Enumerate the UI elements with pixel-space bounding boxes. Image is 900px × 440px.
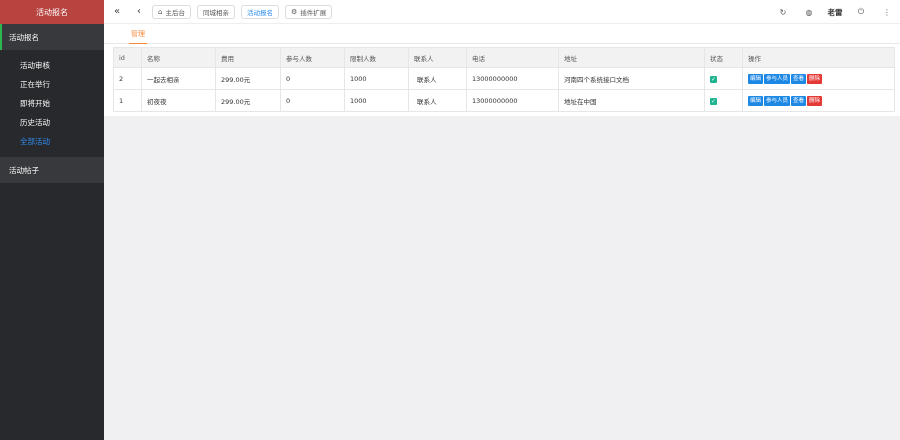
delete-button[interactable]: 删除 <box>807 73 823 84</box>
cell-status: ✓ <box>704 89 743 112</box>
cell-contact: 联系人 <box>408 67 467 90</box>
tab-city-dating[interactable]: 同城相亲 <box>196 4 235 19</box>
cell-phone: 13000000000 <box>466 89 559 112</box>
collapse-sidebar-icon[interactable]: « <box>110 5 124 19</box>
tab-main-admin[interactable]: ⌂ 主后台 <box>152 4 191 19</box>
cell-limit: 1000 <box>344 67 409 90</box>
username[interactable]: 老雷 <box>822 7 848 18</box>
refresh-icon[interactable]: ↻ <box>770 8 796 17</box>
sidebar-item-review[interactable]: 活动审核 <box>0 56 104 75</box>
view-button[interactable]: 查看 <box>791 73 807 84</box>
col-header-contact: 联系人 <box>408 47 467 68</box>
col-header-limit: 限制人数 <box>344 47 409 68</box>
cell-limit: 1000 <box>344 89 409 112</box>
cell-address: 地址在中国 <box>558 89 705 112</box>
tab-label: 活动报名 <box>246 8 273 17</box>
activity-table: id 名称 费用 参与人数 限制人数 联系人 电话 地址 状态 操作 2 一起去… <box>113 47 895 112</box>
status-checkbox[interactable]: ✓ <box>710 97 717 105</box>
delete-button[interactable]: 删除 <box>807 95 823 106</box>
tab-activity-signup[interactable]: 活动报名 <box>240 4 279 19</box>
edit-button[interactable]: 编辑 <box>748 73 764 84</box>
cell-participants: 0 <box>280 89 345 112</box>
cell-name: 初夜夜 <box>141 89 216 112</box>
menu-group-activity-signup[interactable]: 活动报名 <box>0 24 104 50</box>
cell-actions: 编辑 参与人员 查看 删除 <box>742 89 895 112</box>
tab-manage[interactable]: 管理 <box>129 29 147 44</box>
tab-label: 主后台 <box>165 8 185 17</box>
sidebar-item-upcoming[interactable]: 即将开始 <box>0 94 104 113</box>
col-header-phone: 电话 <box>466 47 559 68</box>
cell-address: 河南四个系统接口文档 <box>558 67 705 90</box>
back-arrow-icon[interactable]: ‹ <box>132 5 146 19</box>
cell-fee: 299.00元 <box>215 89 281 112</box>
view-button[interactable]: 查看 <box>791 95 807 106</box>
cell-status: ✓ <box>704 67 743 90</box>
cell-contact: 联系人 <box>408 89 467 112</box>
content-panel: 管理 id 名称 费用 参与人数 限制人数 联系人 电话 地址 状态 操作 2 <box>104 24 900 116</box>
col-header-fee: 费用 <box>215 47 281 68</box>
tab-plugin-extension[interactable]: ⚙ 插件扩展 <box>284 4 333 19</box>
tab-label: 同城相亲 <box>202 8 229 17</box>
col-header-participants: 参与人数 <box>280 47 345 68</box>
col-header-address: 地址 <box>558 47 705 68</box>
participants-button[interactable]: 参与人员 <box>764 73 791 84</box>
subtab-bar: 管理 <box>104 24 900 44</box>
participants-button[interactable]: 参与人员 <box>764 95 791 106</box>
cell-id: 1 <box>113 89 142 112</box>
cell-fee: 299.00元 <box>215 67 281 90</box>
col-header-status: 状态 <box>704 47 743 68</box>
cell-actions: 编辑 参与人员 查看 删除 <box>742 67 895 90</box>
edit-button[interactable]: 编辑 <box>748 95 764 106</box>
home-icon: ⌂ <box>158 7 163 16</box>
cell-participants: 0 <box>280 67 345 90</box>
col-header-id: id <box>113 47 142 68</box>
top-right-tools: ↻ ◍ 老雷 ⏻ ⋮ <box>770 0 900 24</box>
topbar: « ‹ ⌂ 主后台 同城相亲 活动报名 ⚙ 插件扩展 ↻ ◍ 老雷 ⏻ ⋮ <box>104 0 900 24</box>
globe-icon[interactable]: ◍ <box>796 8 822 17</box>
sidebar-item-all[interactable]: 全部活动 <box>0 132 104 151</box>
sidebar: 活动报名 活动报名 活动审核 正在举行 即将开始 历史活动 全部活动 活动帖子 <box>0 0 104 440</box>
cell-name: 一起去相亲 <box>141 67 216 90</box>
col-header-name: 名称 <box>141 47 216 68</box>
power-icon[interactable]: ⏻ <box>848 7 874 17</box>
app-logo-title[interactable]: 活动报名 <box>0 0 104 24</box>
menu-group-activity-posts[interactable]: 活动帖子 <box>0 157 104 183</box>
table-row: 2 一起去相亲 299.00元 0 1000 联系人 13000000000 河… <box>113 67 895 90</box>
tab-label: 插件扩展 <box>300 8 327 17</box>
submenu: 活动审核 正在举行 即将开始 历史活动 全部活动 <box>0 50 104 157</box>
cell-id: 2 <box>113 67 142 90</box>
status-checkbox[interactable]: ✓ <box>710 75 717 83</box>
sidebar-item-ongoing[interactable]: 正在举行 <box>0 75 104 94</box>
more-vertical-icon[interactable]: ⋮ <box>874 8 900 17</box>
sidebar-item-history[interactable]: 历史活动 <box>0 113 104 132</box>
cell-phone: 13000000000 <box>466 67 559 90</box>
table-row: 1 初夜夜 299.00元 0 1000 联系人 13000000000 地址在… <box>113 89 895 112</box>
plugin-icon: ⚙ <box>290 7 298 16</box>
table-header-row: id 名称 费用 参与人数 限制人数 联系人 电话 地址 状态 操作 <box>113 47 895 68</box>
col-header-actions: 操作 <box>742 47 895 68</box>
